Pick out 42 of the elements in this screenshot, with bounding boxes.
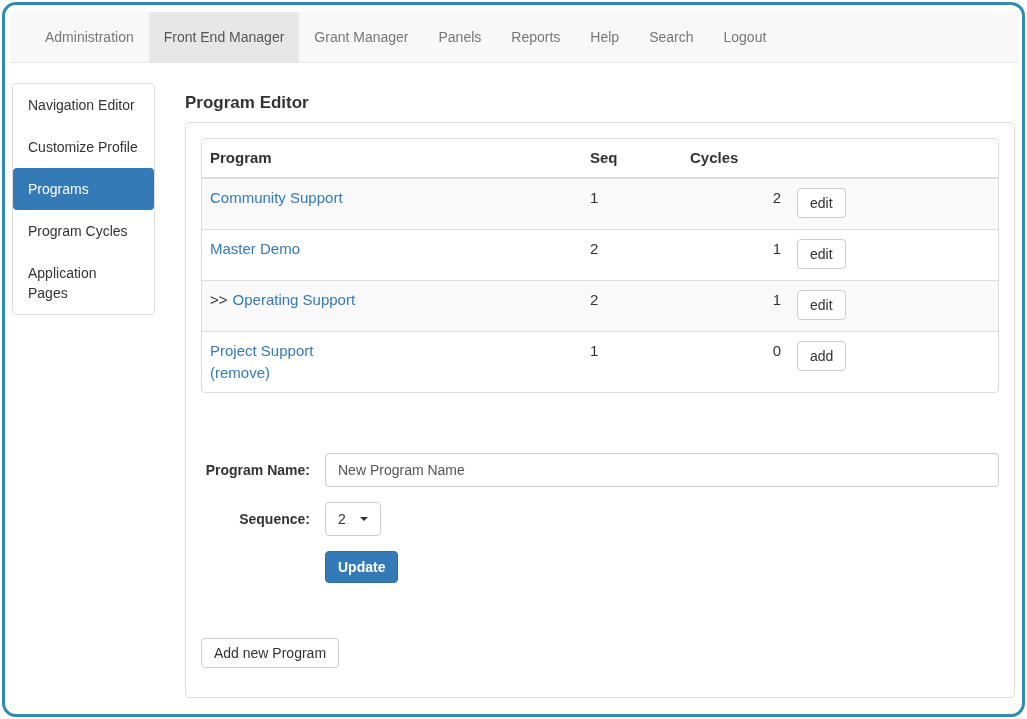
table-cell-text: 2 (590, 290, 600, 310)
sidebar-item[interactable]: Navigation Editor (13, 84, 154, 126)
program-link[interactable]: Project Support (210, 342, 314, 359)
page-title: Program Editor (185, 93, 310, 113)
sidebar-item[interactable]: Program Cycles (13, 210, 154, 252)
column-header: Program (210, 148, 273, 168)
nav-tab[interactable]: Logout (708, 12, 782, 62)
table-cell-text: 0 (771, 341, 781, 361)
table-cell-text: 1 (590, 341, 600, 361)
nav-tab[interactable]: Front End Manager (148, 12, 300, 62)
program-link[interactable]: Community Support (210, 189, 343, 206)
table-cell-text: 1 (590, 188, 600, 208)
program-name-field[interactable]: New Program Name (325, 453, 999, 487)
sidebar-item[interactable]: Customize Profile (13, 126, 154, 168)
nav-tab[interactable]: Administration (30, 12, 149, 62)
nav-tab[interactable]: Panels (423, 12, 497, 62)
caret-icon (359, 517, 368, 521)
sequence-dropdown[interactable]: 2 (325, 502, 381, 536)
program-link[interactable]: Master Demo (210, 240, 301, 257)
nav-tab[interactable]: Reports (496, 12, 576, 62)
nav-tab[interactable]: Help (575, 12, 635, 62)
field-label: Program Name: (204, 462, 311, 478)
add-button[interactable]: add (797, 341, 847, 371)
edit-button[interactable]: edit (797, 290, 846, 320)
update-button[interactable]: Update (325, 551, 399, 583)
sidebar-item[interactable]: Programs (13, 168, 154, 210)
edit-button[interactable]: edit (797, 188, 846, 218)
current-marker: >> (210, 291, 228, 308)
table-cell-text: 2 (590, 239, 600, 259)
column-header: Cycles (690, 148, 740, 168)
program-link[interactable]: Operating Support (232, 291, 356, 308)
table-cell-text: 1 (771, 239, 781, 259)
nav-tab[interactable]: Grant Manager (299, 12, 424, 62)
add-program-button[interactable]: Add new Program (201, 638, 340, 668)
table-cell-text: 2 (771, 188, 781, 208)
remove-link[interactable]: (remove) (210, 364, 270, 381)
table-cell-text: 1 (771, 290, 781, 310)
sidebar-item[interactable]: Application Pages (13, 252, 154, 314)
edit-button[interactable]: edit (797, 239, 846, 269)
field-label: Sequence: (238, 511, 311, 527)
nav-tab[interactable]: Search (634, 12, 709, 62)
column-header: Seq (590, 148, 619, 168)
